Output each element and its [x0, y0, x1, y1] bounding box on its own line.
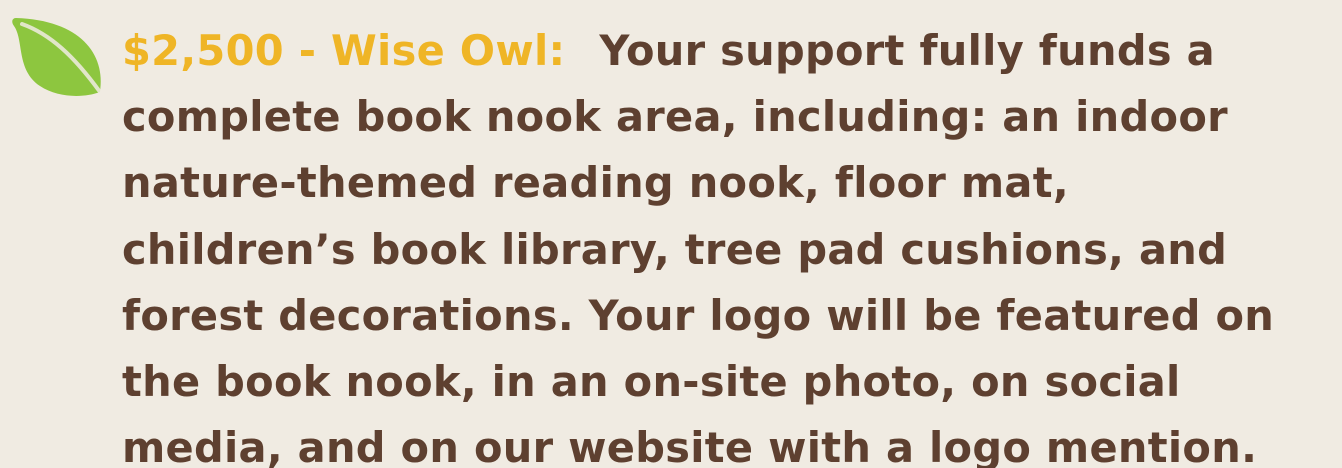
sponsorship-tier-card: $2,500 - Wise Owl: Your support fully fun…	[0, 0, 1342, 468]
description-line: media, and on our website with a logo me…	[122, 423, 1258, 468]
leaf-icon	[12, 18, 102, 96]
description-line: the book nook, in an on-site photo, on s…	[122, 357, 1181, 407]
tier-description: $2,500 - Wise Owl: Your support fully fun…	[122, 18, 1338, 468]
description-line: Your support fully funds a	[599, 26, 1215, 75]
description-line: complete book nook area, including: an i…	[122, 92, 1228, 142]
tier-label: $2,500 - Wise Owl:	[122, 26, 566, 75]
first-line: $2,500 - Wise Owl: Your support fully fun…	[122, 18, 1338, 84]
description-line: children’s book library, tree pad cushio…	[122, 224, 1228, 274]
description-line: forest decorations. Your logo will be fe…	[122, 290, 1275, 340]
description-line: nature-themed reading nook, floor mat,	[122, 158, 1069, 208]
